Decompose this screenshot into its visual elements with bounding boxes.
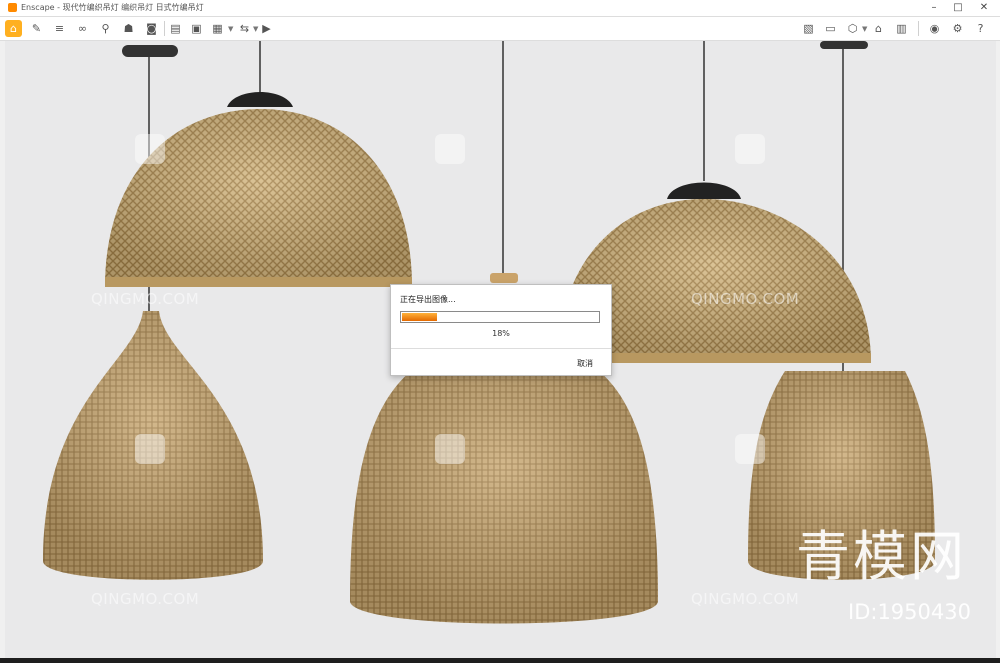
lamp-icon: ☗ — [123, 22, 134, 35]
home-button[interactable]: ⌂ — [5, 20, 22, 37]
export-panorama-button[interactable]: ⇆ — [236, 20, 253, 37]
export-status-message: 正在导出图像... — [400, 295, 456, 304]
enscape-logo-icon — [8, 3, 17, 12]
building-icon: ⌂ — [875, 22, 882, 35]
title-bar: Enscape - 现代竹编织吊灯 编织吊灯 日式竹编吊灯 – □ ✕ — [0, 0, 1000, 17]
window-icon: ▭ — [825, 22, 836, 35]
settings-panel-button[interactable]: ▥ — [893, 20, 910, 37]
brush-button[interactable]: ✎ — [28, 20, 45, 37]
window-button[interactable]: ▭ — [822, 20, 839, 37]
chevron-down-icon[interactable]: ▼ — [228, 25, 233, 33]
export-batch-icon: ▦ — [212, 22, 223, 35]
gear-icon: ⚙ — [952, 22, 963, 35]
cube-button[interactable]: ⬡ — [844, 20, 861, 37]
watermark-text: QINGMO.COM — [691, 590, 800, 608]
binoculars-icon: ∞ — [77, 22, 88, 35]
map-icon: ▧ — [803, 22, 814, 35]
watermark-logo — [735, 134, 765, 164]
camera-icon: ◙ — [146, 22, 157, 35]
settings-icon: ▥ — [896, 22, 907, 35]
help-button[interactable]: ? — [972, 20, 989, 37]
toolbar: ⌂ ✎ ≡ ∞ ⚲ ☗ ◙ ▤ ▣ ▦ ▼ ⇆ ▼ ▶ ▧ ▭ ⬡ ▼ ⌂ ▥ … — [0, 17, 1000, 41]
chevron-down-icon[interactable]: ▼ — [862, 25, 867, 33]
close-button[interactable]: ✕ — [972, 0, 996, 16]
brand-id-watermark: ID:1950430 — [848, 600, 971, 624]
progress-bar-fill — [402, 313, 437, 321]
visibility-button[interactable]: ◉ — [926, 20, 943, 37]
dialog-divider — [391, 348, 611, 349]
camera-button[interactable]: ◙ — [143, 20, 160, 37]
palette-icon: ▤ — [170, 22, 181, 35]
gear-button[interactable]: ⚙ — [949, 20, 966, 37]
watermark-logo — [135, 434, 165, 464]
building-button[interactable]: ⌂ — [870, 20, 887, 37]
cancel-button[interactable]: 取消 — [577, 358, 593, 369]
pin-button[interactable]: ⚲ — [97, 20, 114, 37]
brush-icon: ✎ — [31, 22, 42, 35]
watermark-logo — [135, 134, 165, 164]
map-button[interactable]: ▧ — [800, 20, 817, 37]
cube-icon: ⬡ — [847, 22, 858, 35]
progress-percent: 18% — [492, 329, 510, 338]
layers-button[interactable]: ≡ — [51, 20, 68, 37]
toolbar-divider — [918, 21, 919, 36]
window-title: Enscape - 现代竹编织吊灯 编织吊灯 日式竹编吊灯 — [21, 3, 204, 12]
brand-watermark: 青模网 — [796, 525, 967, 588]
home-icon: ⌂ — [10, 22, 17, 35]
pin-icon: ⚲ — [101, 22, 110, 35]
watermark-logo — [435, 134, 465, 164]
maximize-button[interactable]: □ — [946, 0, 970, 16]
export-video-button[interactable]: ▶ — [258, 20, 275, 37]
minimize-button[interactable]: – — [922, 0, 946, 16]
toolbar-divider — [164, 21, 165, 36]
eye-icon: ◉ — [929, 22, 940, 35]
export-progress-dialog: 正在导出图像... 18% 取消 — [390, 284, 612, 376]
layers-icon: ≡ — [54, 22, 65, 35]
enscape-window: Enscape - 现代竹编织吊灯 编织吊灯 日式竹编吊灯 – □ ✕ ⌂ ✎ … — [0, 0, 1000, 663]
taskbar — [0, 658, 1000, 663]
binoculars-button[interactable]: ∞ — [74, 20, 91, 37]
help-icon: ? — [977, 22, 984, 35]
lamp-button[interactable]: ☗ — [120, 20, 137, 37]
watermark-text: QINGMO.COM — [91, 590, 200, 608]
export-panorama-icon: ⇆ — [239, 22, 250, 35]
watermark-text: QINGMO.COM — [91, 290, 200, 308]
export-video-icon: ▶ — [262, 22, 271, 35]
palette-button[interactable]: ▤ — [167, 20, 184, 37]
watermark-logo — [435, 434, 465, 464]
export-image-icon: ▣ — [191, 22, 202, 35]
watermark-text: QINGMO.COM — [691, 290, 800, 308]
progress-bar — [400, 311, 600, 323]
export-batch-button[interactable]: ▦ — [209, 20, 226, 37]
export-image-button[interactable]: ▣ — [188, 20, 205, 37]
watermark-logo — [735, 434, 765, 464]
